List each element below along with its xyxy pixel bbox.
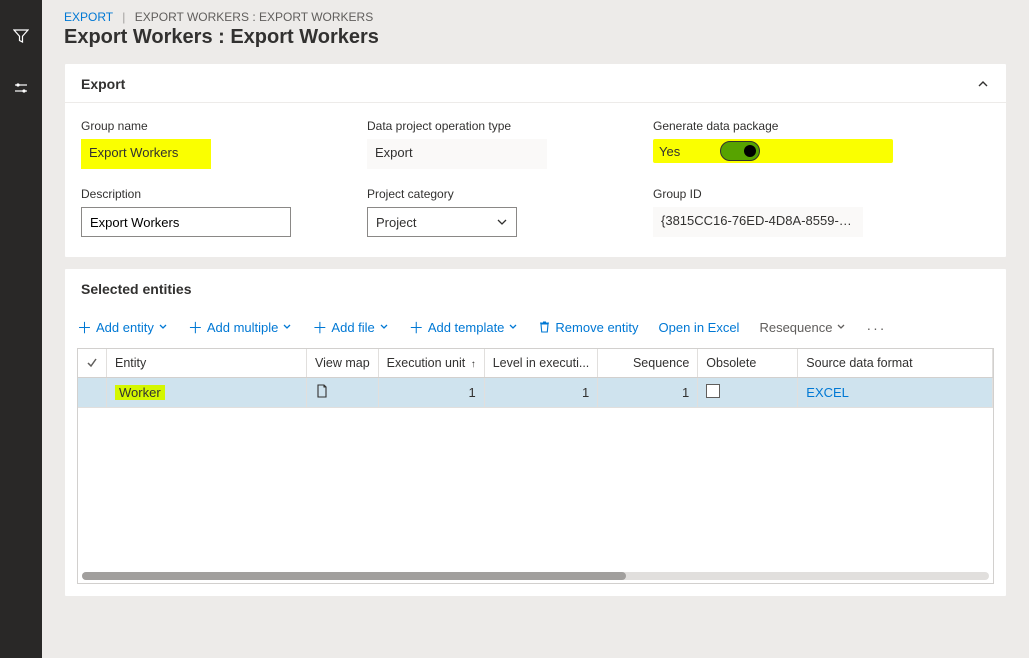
plus-icon: ＋: [77, 317, 92, 338]
description-label: Description: [81, 187, 321, 201]
open-excel-button[interactable]: Open in Excel: [659, 320, 740, 335]
group-id-label: Group ID: [653, 187, 893, 201]
category-label: Project category: [367, 187, 607, 201]
op-type-value[interactable]: Export: [367, 139, 547, 169]
chevron-down-icon: [282, 320, 292, 335]
chevron-down-icon: [508, 320, 518, 335]
gen-pkg-value: Yes: [659, 144, 680, 159]
breadcrumb-root[interactable]: EXPORT: [64, 10, 113, 24]
col-source[interactable]: Source data format: [798, 349, 993, 378]
op-type-label: Data project operation type: [367, 119, 607, 133]
chevron-down-icon: [379, 320, 389, 335]
plus-icon: ＋: [409, 317, 424, 338]
cell-entity[interactable]: Worker: [107, 378, 307, 408]
add-file-label: Add file: [331, 320, 374, 335]
col-exec[interactable]: Execution unit ↑: [378, 349, 484, 378]
gen-pkg-toggle[interactable]: [720, 141, 760, 161]
cell-seq[interactable]: 1: [598, 378, 698, 408]
chevron-down-icon: [836, 320, 846, 335]
category-value: Project: [376, 215, 416, 230]
sort-asc-icon: ↑: [471, 359, 476, 370]
add-multiple-button[interactable]: ＋ Add multiple: [188, 317, 293, 338]
add-template-button[interactable]: ＋ Add template: [409, 317, 519, 338]
table-row[interactable]: Worker 1 1 1 EXCEL: [78, 378, 993, 408]
cell-obsolete[interactable]: [698, 378, 798, 408]
category-select[interactable]: Project: [367, 207, 517, 237]
breadcrumb-sep: |: [122, 10, 125, 24]
group-name-value[interactable]: Export Workers: [81, 139, 211, 169]
gen-pkg-toggle-wrap: Yes: [653, 139, 893, 163]
description-input[interactable]: [81, 207, 291, 237]
col-level[interactable]: Level in executi...: [484, 349, 598, 378]
add-entity-button[interactable]: ＋ Add entity: [77, 317, 168, 338]
obsolete-checkbox[interactable]: [706, 384, 720, 398]
gen-pkg-label: Generate data package: [653, 119, 893, 133]
export-card-header[interactable]: Export: [65, 64, 1006, 103]
cell-level[interactable]: 1: [484, 378, 598, 408]
page-title: Export Workers : Export Workers: [64, 26, 1007, 49]
export-card-title: Export: [81, 76, 125, 92]
more-button[interactable]: ···: [866, 320, 886, 336]
chevron-up-icon: [976, 77, 990, 91]
sliders-icon[interactable]: [13, 80, 29, 96]
resequence-label: Resequence: [759, 320, 832, 335]
remove-entity-button[interactable]: Remove entity: [538, 320, 638, 336]
plus-icon: ＋: [312, 317, 327, 338]
entities-card: Selected entities ＋ Add entity ＋ Add mul…: [64, 268, 1007, 597]
col-check[interactable]: [78, 349, 107, 378]
cell-viewmap[interactable]: [307, 378, 379, 408]
remove-entity-label: Remove entity: [555, 320, 638, 335]
entities-card-title: Selected entities: [81, 281, 192, 297]
add-entity-label: Add entity: [96, 320, 154, 335]
open-excel-label: Open in Excel: [659, 320, 740, 335]
left-rail: [0, 0, 42, 658]
breadcrumb: EXPORT | EXPORT WORKERS : EXPORT WORKERS: [64, 10, 1007, 24]
col-viewmap[interactable]: View map: [307, 349, 379, 378]
group-id-value[interactable]: {3815CC16-76ED-4D8A-8559-7...: [653, 207, 863, 237]
col-entity[interactable]: Entity: [107, 349, 307, 378]
col-obsolete[interactable]: Obsolete: [698, 349, 798, 378]
hscrollbar[interactable]: [82, 572, 989, 580]
entities-table: Entity View map Execution unit ↑ Level i…: [78, 349, 993, 408]
add-file-button[interactable]: ＋ Add file: [312, 317, 388, 338]
funnel-icon[interactable]: [13, 28, 29, 44]
trash-icon: [538, 320, 551, 336]
main-content: EXPORT | EXPORT WORKERS : EXPORT WORKERS…: [42, 0, 1029, 658]
chevron-down-icon: [496, 216, 508, 228]
document-icon: [315, 386, 329, 401]
plus-icon: ＋: [188, 317, 203, 338]
export-card: Export Group name Export Workers Data pr…: [64, 63, 1007, 258]
cell-source[interactable]: EXCEL: [798, 378, 993, 408]
add-template-label: Add template: [428, 320, 505, 335]
col-seq[interactable]: Sequence: [598, 349, 698, 378]
group-name-label: Group name: [81, 119, 321, 133]
add-multiple-label: Add multiple: [207, 320, 279, 335]
entities-table-wrap: Entity View map Execution unit ↑ Level i…: [77, 348, 994, 584]
chevron-down-icon: [158, 320, 168, 335]
breadcrumb-trail: EXPORT WORKERS : EXPORT WORKERS: [135, 10, 374, 24]
resequence-button[interactable]: Resequence: [759, 320, 846, 335]
entities-toolbar: ＋ Add entity ＋ Add multiple ＋ Add file ＋…: [65, 307, 1006, 348]
cell-exec[interactable]: 1: [378, 378, 484, 408]
